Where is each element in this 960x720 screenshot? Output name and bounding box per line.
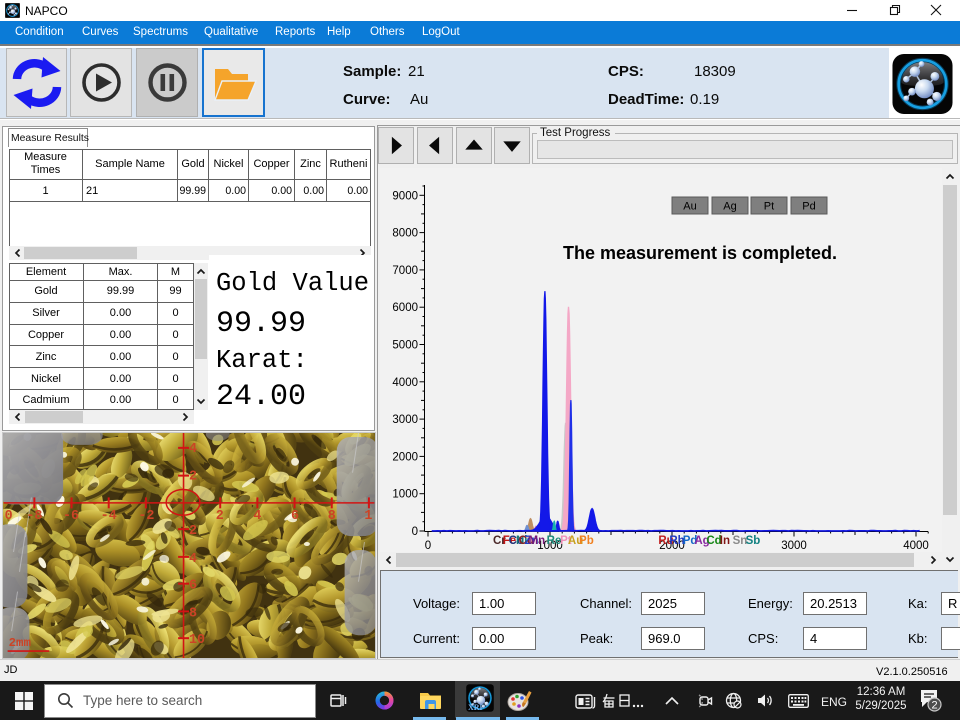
svg-text:10: 10 <box>189 633 205 648</box>
svg-text:3000: 3000 <box>392 414 418 426</box>
svg-text:8000: 8000 <box>392 228 418 240</box>
svg-text:4000: 4000 <box>903 540 929 552</box>
svg-text:0: 0 <box>412 526 418 538</box>
svg-text:The measurement is completed.: The measurement is completed. <box>563 243 837 263</box>
svg-text:Sb: Sb <box>746 535 761 547</box>
svg-text:6000: 6000 <box>392 302 418 314</box>
svg-text:4: 4 <box>189 552 197 567</box>
svg-text:0: 0 <box>425 540 431 552</box>
svg-text:2: 2 <box>189 470 197 485</box>
svg-text:4: 4 <box>189 442 197 457</box>
svg-text:-6: -6 <box>63 509 79 524</box>
svg-text:4000: 4000 <box>392 377 418 389</box>
svg-text:2mm: 2mm <box>9 636 31 650</box>
svg-text:-4: -4 <box>101 509 117 524</box>
svg-text:6: 6 <box>291 509 299 524</box>
svg-text:2: 2 <box>189 524 197 539</box>
svg-text:9000: 9000 <box>392 190 418 202</box>
svg-text:7000: 7000 <box>392 265 418 277</box>
svg-text:Pt: Pt <box>764 201 774 213</box>
svg-text:8: 8 <box>328 509 336 524</box>
svg-text:4: 4 <box>253 509 261 524</box>
svg-text:5000: 5000 <box>392 340 418 352</box>
svg-text:Au: Au <box>683 201 696 213</box>
svg-text:3000: 3000 <box>781 540 807 552</box>
svg-text:1000: 1000 <box>392 489 418 501</box>
svg-text:-2: -2 <box>138 509 154 524</box>
svg-text:2000: 2000 <box>392 451 418 463</box>
svg-text:-8: -8 <box>26 509 42 524</box>
svg-text:6: 6 <box>189 579 197 594</box>
svg-text:Mn: Mn <box>528 535 545 547</box>
svg-text:8: 8 <box>189 606 197 621</box>
svg-text:Pd: Pd <box>802 201 815 213</box>
svg-text:0: 0 <box>5 509 13 524</box>
svg-text:Ag: Ag <box>723 201 736 213</box>
svg-text:Pb: Pb <box>579 535 594 547</box>
svg-text:In: In <box>720 535 730 547</box>
svg-text:2: 2 <box>216 509 224 524</box>
svg-text:Re: Re <box>547 535 562 547</box>
svg-text:2: 2 <box>931 700 937 712</box>
svg-text:1: 1 <box>364 509 372 524</box>
